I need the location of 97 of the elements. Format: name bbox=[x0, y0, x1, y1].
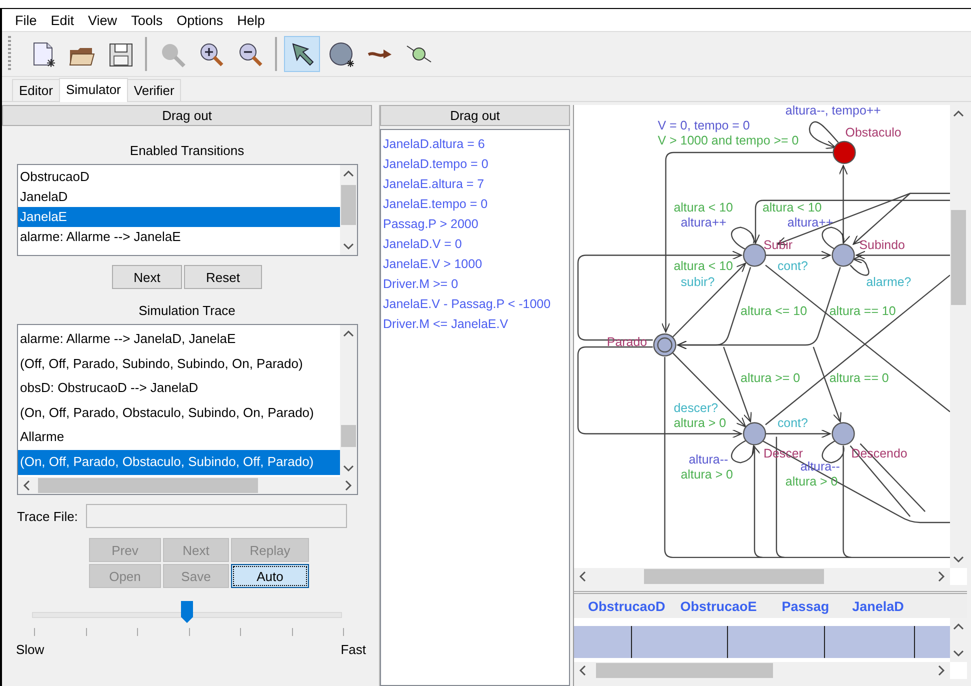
constraint-text: Passag.P > 2000 bbox=[383, 216, 480, 233]
sync-label: cont? bbox=[777, 416, 808, 430]
scrollbar-thumb[interactable] bbox=[951, 210, 966, 305]
scroll-down-icon bbox=[953, 650, 964, 657]
guard-label: altura < 10 bbox=[674, 259, 733, 274]
location-name: Subindo bbox=[859, 238, 905, 252]
column-header: JanelaD bbox=[852, 598, 904, 614]
scroll-down-icon bbox=[343, 465, 354, 472]
guard-label: altura == 0 bbox=[829, 370, 889, 385]
update-label: V = 0, tempo = 0 bbox=[658, 118, 750, 133]
column-header: Passag bbox=[782, 598, 830, 614]
scroll-up-icon bbox=[343, 330, 354, 337]
update-label: altura--, tempo++ bbox=[785, 105, 881, 118]
scrollbar[interactable] bbox=[340, 325, 357, 477]
slider-label: Fast bbox=[340, 642, 366, 657]
guard-label: altura == 10 bbox=[829, 304, 896, 318]
scrollbar[interactable] bbox=[950, 105, 967, 568]
tab[interactable]: Simulator bbox=[58, 78, 128, 102]
drag-out-button[interactable]: Drag out bbox=[380, 105, 570, 126]
button[interactable]: Auto bbox=[231, 564, 309, 588]
drag-out-button[interactable]: Drag out bbox=[2, 105, 372, 126]
list-item[interactable]: Allarme bbox=[18, 425, 340, 450]
scroll-right-icon bbox=[938, 571, 945, 582]
location-name: Subir bbox=[764, 238, 793, 252]
sync-label: descer? bbox=[674, 400, 718, 415]
scroll-down-icon bbox=[343, 243, 354, 250]
list-item[interactable]: obsD: ObstrucaoD --> JanelaD bbox=[18, 376, 340, 401]
scrollbar[interactable] bbox=[574, 568, 950, 585]
update-label: altura-- bbox=[688, 452, 728, 467]
guard-label: altura < 10 bbox=[674, 200, 733, 214]
list-item[interactable]: (On, Off, Parado, Obstaculo, Subindo, Off, Parado) bbox=[18, 450, 340, 475]
guard-label: altura > 0 bbox=[674, 416, 726, 430]
scrollbar-thumb[interactable] bbox=[596, 663, 773, 678]
toolbar-button[interactable] bbox=[284, 36, 320, 72]
menu-item[interactable]: Tools bbox=[124, 12, 170, 28]
list-item[interactable]: ObstrucaoD bbox=[18, 167, 340, 187]
scrollbar-thumb[interactable] bbox=[341, 425, 356, 447]
guard-label: altura < 10 bbox=[762, 200, 822, 214]
column-header: ObstrucaoD bbox=[588, 598, 666, 614]
scroll-down-icon bbox=[953, 556, 964, 563]
list-item[interactable]: (On, Off, Parado, Obstaculo, Subindo, On, Parado) bbox=[18, 400, 340, 426]
scrollbar[interactable] bbox=[18, 477, 357, 494]
constraint-text: JanelaE.tempo = 0 bbox=[383, 196, 489, 213]
constraint-text: JanelaE.V - Passag.P < -1000 bbox=[383, 296, 552, 313]
menu-item[interactable]: Options bbox=[170, 12, 230, 28]
update-label: altura++ bbox=[787, 215, 834, 230]
scroll-up-icon bbox=[953, 110, 964, 117]
button[interactable]: Reset bbox=[184, 265, 262, 289]
guard-label: altura <= 10 bbox=[740, 304, 808, 318]
constraint-text: JanelaD.V = 0 bbox=[383, 236, 463, 253]
menu-item[interactable]: File bbox=[8, 12, 44, 28]
slider-label: Slow bbox=[16, 642, 44, 657]
scroll-left-icon bbox=[23, 480, 30, 491]
guard-label: altura >= 0 bbox=[740, 370, 800, 385]
scroll-up-icon bbox=[953, 623, 964, 630]
trace-file-field[interactable] bbox=[86, 504, 347, 528]
sync-label: subir? bbox=[680, 275, 715, 290]
list-item[interactable]: alarme: Allarme --> JanelaE bbox=[18, 227, 340, 247]
slider-thumb[interactable] bbox=[181, 601, 193, 623]
arrow-tool-icon bbox=[368, 48, 392, 60]
section-title: Simulation Trace bbox=[138, 303, 236, 318]
constraint-text: JanelaE.V > 1000 bbox=[383, 256, 484, 273]
constraint-text: JanelaD.tempo = 0 bbox=[383, 156, 490, 173]
guard-label: V > 1000 and tempo >= 0 bbox=[658, 134, 799, 148]
constraint-text: JanelaD.altura = 6 bbox=[383, 136, 486, 153]
list-item[interactable]: alarme: Allarme --> JanelaD, JanelaE bbox=[18, 327, 340, 352]
scroll-left-icon bbox=[579, 571, 586, 582]
menu-item[interactable]: View bbox=[81, 12, 124, 28]
column-header: ObstrucaoE bbox=[680, 598, 757, 614]
scrollbar-thumb[interactable] bbox=[644, 569, 824, 584]
tab[interactable]: Editor bbox=[12, 79, 60, 101]
scrollbar[interactable] bbox=[574, 662, 950, 679]
list-item[interactable]: JanelaE bbox=[18, 207, 340, 227]
scroll-up-icon bbox=[343, 170, 354, 177]
tab[interactable]: Verifier bbox=[126, 79, 182, 101]
button[interactable]: Next bbox=[112, 265, 182, 289]
scrollbar-thumb[interactable] bbox=[38, 478, 258, 493]
guard-label: altura > 0 bbox=[680, 468, 733, 482]
menu-item[interactable]: Help bbox=[230, 12, 272, 28]
list-item[interactable]: JanelaD bbox=[18, 187, 340, 207]
constraint-text: Driver.M <= JanelaE.V bbox=[383, 316, 510, 333]
location-name: Obstaculo bbox=[845, 126, 902, 140]
sync-label: alarme? bbox=[866, 275, 912, 290]
menu-item[interactable]: Edit bbox=[44, 12, 82, 28]
circle-tool-icon bbox=[327, 40, 355, 68]
field-label: Trace File: bbox=[17, 508, 78, 524]
update-label: altura++ bbox=[680, 215, 726, 230]
constraint-text: Driver.M >= 0 bbox=[383, 276, 460, 293]
list-item[interactable]: (Off, Off, Parado, Subindo, Subindo, On, Parado) bbox=[18, 352, 340, 376]
sync-label: cont? bbox=[777, 259, 808, 274]
scroll-right-icon bbox=[938, 665, 945, 676]
constraint-text: JanelaE.altura = 7 bbox=[383, 176, 486, 193]
scrollbar[interactable] bbox=[340, 165, 357, 255]
scroll-right-icon bbox=[345, 480, 352, 491]
scroll-left-icon bbox=[579, 665, 586, 676]
section-title: Enabled Transitions bbox=[130, 143, 244, 158]
scrollbar-thumb[interactable] bbox=[341, 185, 356, 225]
